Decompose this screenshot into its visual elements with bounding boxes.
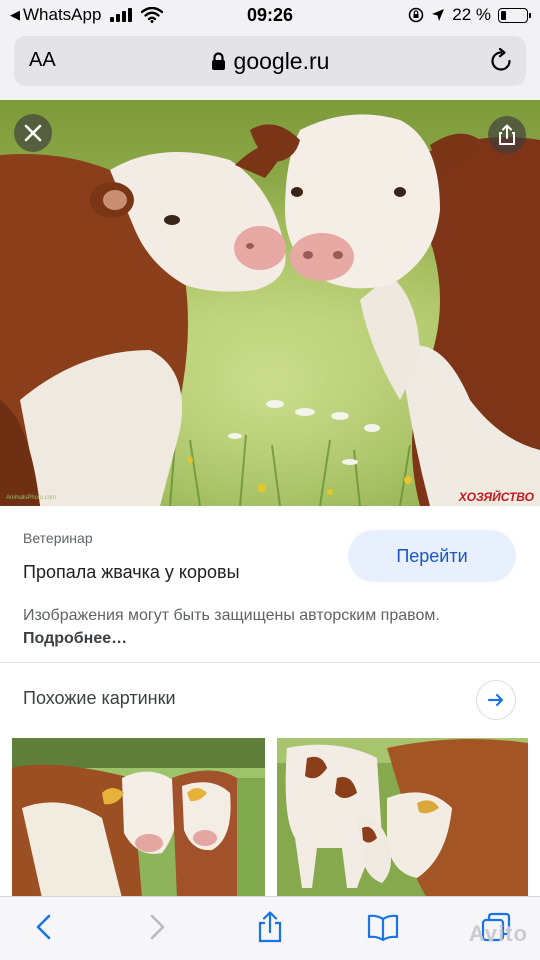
- close-button[interactable]: [14, 114, 52, 152]
- related-more-button[interactable]: [476, 680, 516, 720]
- learn-more-link[interactable]: Подробнее…: [23, 630, 127, 647]
- cows-photo: [0, 100, 540, 506]
- share-icon[interactable]: [254, 911, 286, 943]
- photo-credit: AnimalsPhoto.com: [6, 495, 57, 501]
- status-indicators: 22 %: [408, 5, 531, 25]
- arrow-right-icon: [487, 693, 504, 707]
- image-preview[interactable]: AnimalsPhoto.com ХОЗЯЙСТВО: [0, 100, 540, 506]
- book-icon[interactable]: [367, 911, 399, 943]
- calves-photo: [12, 738, 265, 898]
- result-title[interactable]: Пропала жвачка у коровы: [23, 562, 240, 583]
- related-image-thumbnail[interactable]: [277, 738, 528, 898]
- related-image-thumbnail[interactable]: [12, 738, 265, 898]
- source-site: Ветеринар: [23, 530, 93, 546]
- url-text: google.ru: [233, 48, 330, 74]
- battery-icon: [498, 7, 531, 23]
- url-display[interactable]: google.ru: [14, 48, 526, 75]
- close-icon: [24, 124, 42, 142]
- orientation-lock-icon: [408, 7, 424, 23]
- copyright-notice: Изображения могут быть защищены авторски…: [23, 604, 503, 650]
- visit-button[interactable]: Перейти: [348, 530, 516, 582]
- status-bar: ◀ WhatsApp 09:26 22 %: [0, 0, 540, 30]
- avito-watermark: Avito: [468, 921, 528, 946]
- share-icon: [499, 124, 515, 145]
- browser-toolbar: Avito: [0, 896, 540, 960]
- chevron-right-icon[interactable]: [140, 911, 172, 943]
- lock-icon: [211, 52, 225, 70]
- divider: [0, 662, 540, 663]
- reload-icon[interactable]: [488, 48, 514, 74]
- battery-percent: 22 %: [452, 5, 491, 24]
- location-icon: [432, 9, 445, 21]
- chevron-left-icon[interactable]: [29, 911, 61, 943]
- copyright-text: Изображения могут быть защищены авторски…: [23, 607, 440, 624]
- related-images-heading: Похожие картинки: [23, 688, 176, 708]
- browser-nav-area: AA google.ru: [0, 30, 540, 100]
- image-watermark: ХОЗЯЙСТВО: [458, 490, 534, 504]
- cow-and-calf-photo: [277, 738, 528, 898]
- address-bar[interactable]: AA google.ru: [14, 36, 526, 86]
- image-share-button[interactable]: [488, 116, 526, 154]
- battery-fill: [501, 10, 507, 20]
